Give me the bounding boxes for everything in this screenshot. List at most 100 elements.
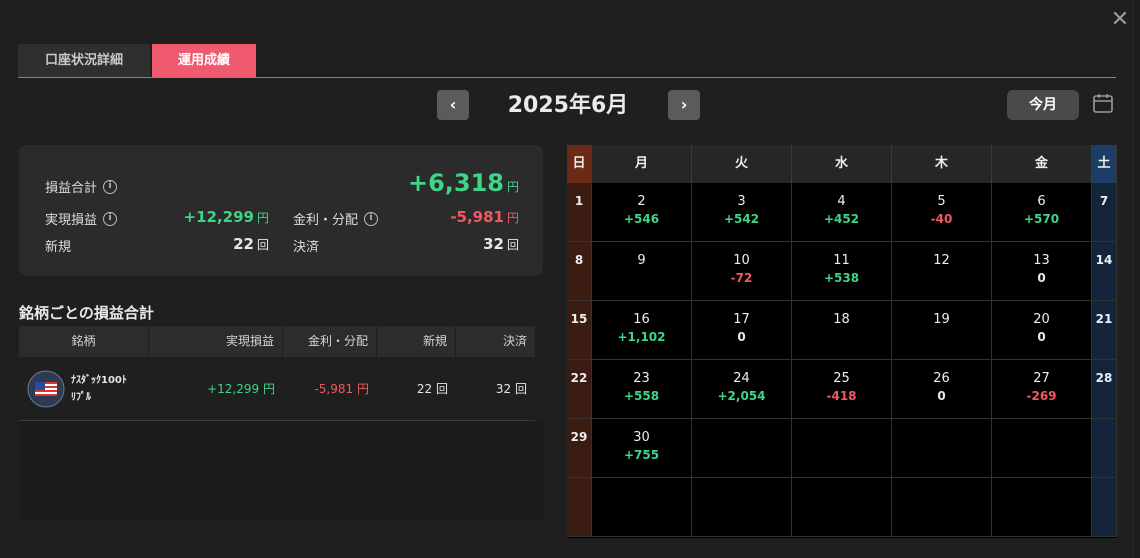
calendar-day-cell — [567, 478, 592, 537]
table-header: 銘柄 実現損益 金利・分配 新規 決済 — [19, 326, 535, 357]
prev-month-button[interactable]: ‹ — [437, 90, 469, 120]
settle-value: 32 — [483, 235, 504, 253]
day-pnl: +538 — [823, 271, 860, 285]
interest-label: 金利・分配 — [293, 213, 359, 228]
calendar-day-cell[interactable]: 11 +538 — [792, 242, 892, 301]
day-number: 22 — [570, 371, 588, 385]
calendar-day-cell[interactable]: 14 — [1092, 242, 1117, 301]
table-row[interactable]: ﾅｽﾀﾞｯｸ100ﾄ ﾘﾌﾟﾙ +12,299 円 -5,981 円 22 回 … — [19, 357, 535, 421]
day-number: 30 — [633, 430, 650, 445]
info-icon[interactable]: i — [103, 179, 118, 194]
calendar-day-cell[interactable]: 9 — [592, 242, 692, 301]
calendar-day-cell[interactable]: 8 — [567, 242, 592, 301]
calendar-day-cell[interactable]: 7 — [1092, 183, 1117, 242]
calendar-day-cell[interactable]: 20 0 — [992, 301, 1092, 360]
calendar-day-cell[interactable]: 17 0 — [692, 301, 792, 360]
weekday-header: 金 — [992, 145, 1092, 183]
calendar-day-cell[interactable]: 18 — [792, 301, 892, 360]
next-month-button[interactable]: › — [668, 90, 700, 120]
summary-panel: 損益合計 i +6,318 円 実現損益 i +12,299 円 金利・分配 i -… — [19, 145, 543, 276]
us-flag-icon — [27, 370, 65, 407]
calendar-day-cell[interactable]: 13 0 — [992, 242, 1092, 301]
day-pnl: -40 — [930, 212, 953, 226]
calendar-day-cell[interactable]: 10 -72 — [692, 242, 792, 301]
issues-empty-area — [19, 421, 543, 520]
new-label: 新規 — [45, 240, 72, 255]
calendar-day-cell[interactable]: 28 — [1092, 360, 1117, 419]
close-icon[interactable]: ✕ — [1108, 8, 1132, 32]
col-realized[interactable]: 実現損益 — [149, 326, 283, 357]
issue-name: ﾅｽﾀﾞｯｸ100ﾄ ﾘﾌﾟﾙ — [71, 372, 127, 406]
calendar-day-cell[interactable]: 6 +570 — [992, 183, 1092, 242]
day-pnl: -269 — [1026, 389, 1057, 403]
calendar-day-cell — [792, 419, 892, 478]
calendar-day-cell[interactable]: 1 — [567, 183, 592, 242]
col-interest[interactable]: 金利・分配 — [283, 326, 377, 357]
day-number: 18 — [833, 312, 850, 327]
col-issue[interactable]: 銘柄 — [19, 326, 149, 357]
info-icon[interactable]: i — [103, 211, 118, 226]
month-title: 2025年6月 — [507, 93, 629, 118]
calendar-day-cell — [792, 478, 892, 537]
calendar-day-cell[interactable]: 15 — [567, 301, 592, 360]
calendar-day-cell — [1092, 478, 1117, 537]
day-number: 19 — [933, 312, 950, 327]
interest-label-row: 金利・分配 i — [293, 209, 379, 228]
performance-modal: ✕ 口座状況詳細 運用成績 ‹ 2025年6月 › 今月 損益合計 i +6,3… — [0, 0, 1134, 558]
issue-name-line1: ﾅｽﾀﾞｯｸ100ﾄ — [71, 374, 127, 386]
day-number: 24 — [733, 371, 750, 386]
day-pnl: +542 — [723, 212, 760, 226]
day-number: 21 — [1095, 312, 1113, 326]
calendar-day-cell — [992, 419, 1092, 478]
settle-label: 決済 — [293, 240, 320, 255]
row-new-value: 22 — [416, 382, 433, 396]
calendar-day-cell[interactable]: 29 — [567, 419, 592, 478]
total-label: 損益合計 — [45, 181, 98, 196]
day-number: 3 — [737, 194, 746, 209]
weekday-header: 月 — [592, 145, 692, 183]
day-number: 8 — [574, 253, 584, 267]
calendar-day-cell[interactable]: 4 +452 — [792, 183, 892, 242]
day-pnl: -418 — [826, 389, 857, 403]
day-pnl: +1,102 — [617, 330, 666, 344]
day-pnl: 0 — [937, 389, 946, 403]
day-number: 28 — [1095, 371, 1113, 385]
row-settle: 32 回 — [456, 380, 535, 397]
day-number: 17 — [733, 312, 750, 327]
calendar-day-cell[interactable]: 16 +1,102 — [592, 301, 692, 360]
calendar-day-cell[interactable]: 27 -269 — [992, 360, 1092, 419]
calendar-day-cell[interactable]: 19 — [892, 301, 992, 360]
col-new[interactable]: 新規 — [377, 326, 456, 357]
weekday-header: 水 — [792, 145, 892, 183]
row-interest: -5,981 円 — [283, 380, 377, 397]
calendar-day-cell[interactable]: 25 -418 — [792, 360, 892, 419]
count-unit: 回 — [506, 238, 519, 252]
tab-account-details[interactable]: 口座状況詳細 — [18, 44, 150, 77]
yen-unit: 円 — [506, 211, 519, 225]
calendar-day-cell — [692, 478, 792, 537]
calendar-day-cell[interactable]: 2 +546 — [592, 183, 692, 242]
day-pnl: +2,054 — [717, 389, 766, 403]
day-number: 6 — [1037, 194, 1046, 209]
calendar-day-cell[interactable]: 23 +558 — [592, 360, 692, 419]
calendar-day-cell[interactable]: 21 — [1092, 301, 1117, 360]
calendar-day-cell[interactable]: 30 +755 — [592, 419, 692, 478]
calendar-day-cell[interactable]: 22 — [567, 360, 592, 419]
calendar-day-cell[interactable]: 26 0 — [892, 360, 992, 419]
calendar-icon[interactable] — [1092, 92, 1114, 114]
total-value: +6,318 — [407, 169, 504, 197]
calendar-day-cell[interactable]: 12 — [892, 242, 992, 301]
current-month-button[interactable]: 今月 — [1007, 90, 1079, 120]
calendar-day-cell[interactable]: 5 -40 — [892, 183, 992, 242]
calendar-day-cell[interactable]: 3 +542 — [692, 183, 792, 242]
day-number: 7 — [1099, 194, 1109, 208]
info-icon[interactable]: i — [364, 211, 379, 226]
tab-performance[interactable]: 運用成績 — [152, 44, 256, 77]
calendar-day-cell[interactable]: 24 +2,054 — [692, 360, 792, 419]
row-settle-value: 32 — [495, 382, 512, 396]
interest-value: -5,981 — [450, 208, 504, 226]
yen-unit: 円 — [256, 211, 269, 225]
yen-unit: 円 — [356, 382, 369, 396]
weekday-header: 火 — [692, 145, 792, 183]
col-settle[interactable]: 決済 — [456, 326, 535, 357]
